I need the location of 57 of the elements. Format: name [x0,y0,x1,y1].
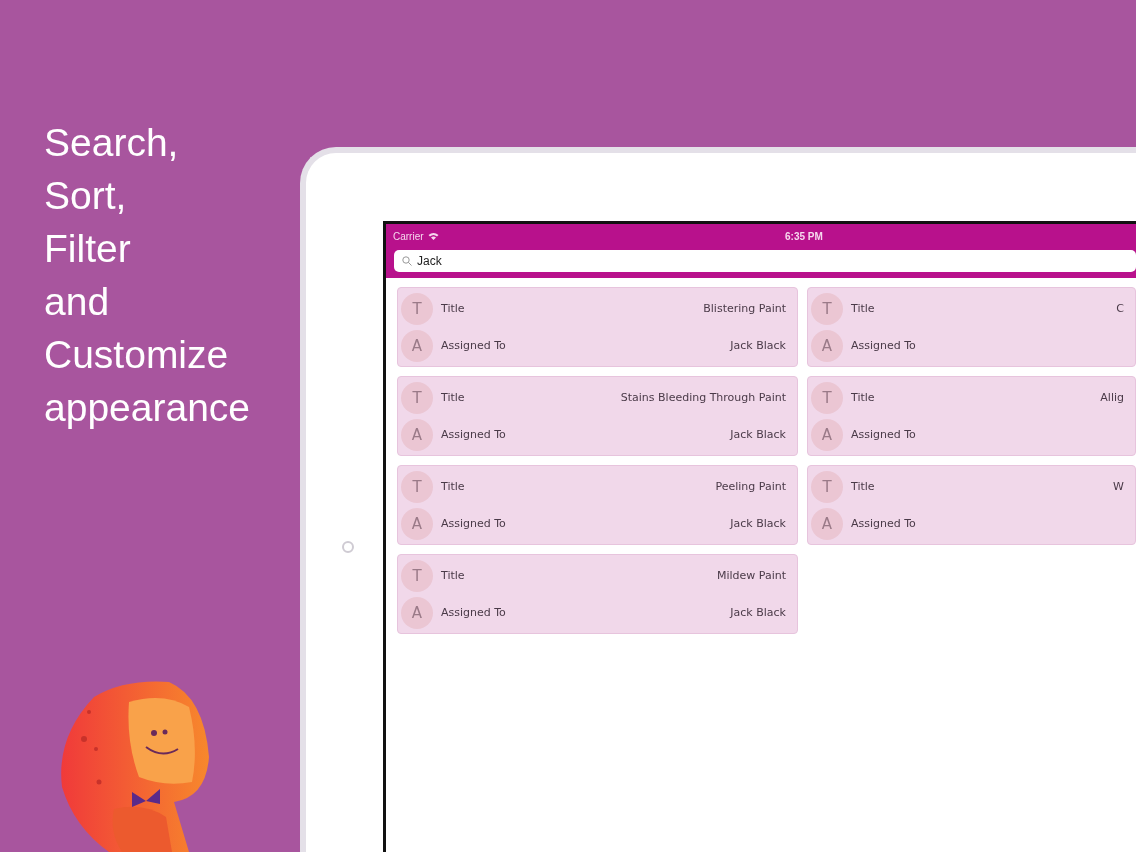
field-label: Assigned To [441,517,506,530]
field-label: Title [851,302,875,315]
field-value: W [1113,480,1124,493]
wifi-icon [427,232,439,240]
headline-line: appearance [44,385,251,431]
field-label: Title [441,302,465,315]
record-card[interactable]: T Title Stains Bleeding Through Paint A Assigned To Jack Black [397,376,798,456]
record-card[interactable]: T Title Allig A Assigned To [807,376,1136,456]
headline-line: Sort, [44,173,128,219]
field-label: Title [441,391,465,404]
letter-avatar: T [401,559,433,592]
letter-avatar: A [811,507,843,540]
field-label: Assigned To [851,428,916,441]
letter-avatar: T [401,381,433,414]
letter-avatar: T [401,470,433,503]
field-label: Assigned To [851,517,916,530]
record-card[interactable]: T Title Blistering Paint A Assigned To Jack Black [397,287,798,367]
field-value: Allig [1100,391,1124,404]
letter-avatar: A [401,507,433,540]
field-label: Assigned To [441,339,506,352]
headline-line: Search, [44,120,180,166]
home-button[interactable] [342,541,354,553]
carrier-label: Carrier [393,230,424,242]
field-value: C [1116,302,1124,315]
letter-avatar: T [401,292,433,325]
field-value: Mildew Paint [716,569,786,582]
letter-avatar: A [811,418,843,451]
letter-avatar: A [401,596,433,629]
field-label: Title [851,480,875,493]
headline-line: and [44,279,111,325]
field-label: Title [441,569,465,582]
status-time: 6:35 PM [785,230,823,242]
field-label: Assigned To [441,428,506,441]
record-card[interactable]: T Title Peeling Paint A Assigned To Jack Black [397,465,798,545]
letter-avatar: A [811,329,843,362]
field-value: Jack Black [730,428,786,441]
headline-line: Filter [44,226,132,272]
field-value: Blistering Paint [703,302,786,315]
search-field[interactable]: Jack [394,250,1136,272]
field-label: Title [441,480,465,493]
field-value: Jack Black [730,339,786,352]
field-value: Peeling Paint [715,480,786,493]
field-value: Jack Black [730,517,786,530]
letter-avatar: T [811,381,843,414]
field-label: Title [851,391,875,404]
letter-avatar: A [401,418,433,451]
record-card[interactable]: T Title W A Assigned To [807,465,1136,545]
record-card[interactable]: T Title C A Assigned To [807,287,1136,367]
field-value: Jack Black [730,606,786,619]
headline-line: Customize [44,332,230,378]
letter-avatar: T [811,292,843,325]
letter-avatar: T [811,470,843,503]
field-label: Assigned To [851,339,916,352]
record-card[interactable]: T Title Mildew Paint A Assigned To Jack Black [397,554,798,634]
letter-avatar: A [401,329,433,362]
field-label: Assigned To [441,606,506,619]
field-value: Stains Bleeding Through Paint [620,391,786,404]
